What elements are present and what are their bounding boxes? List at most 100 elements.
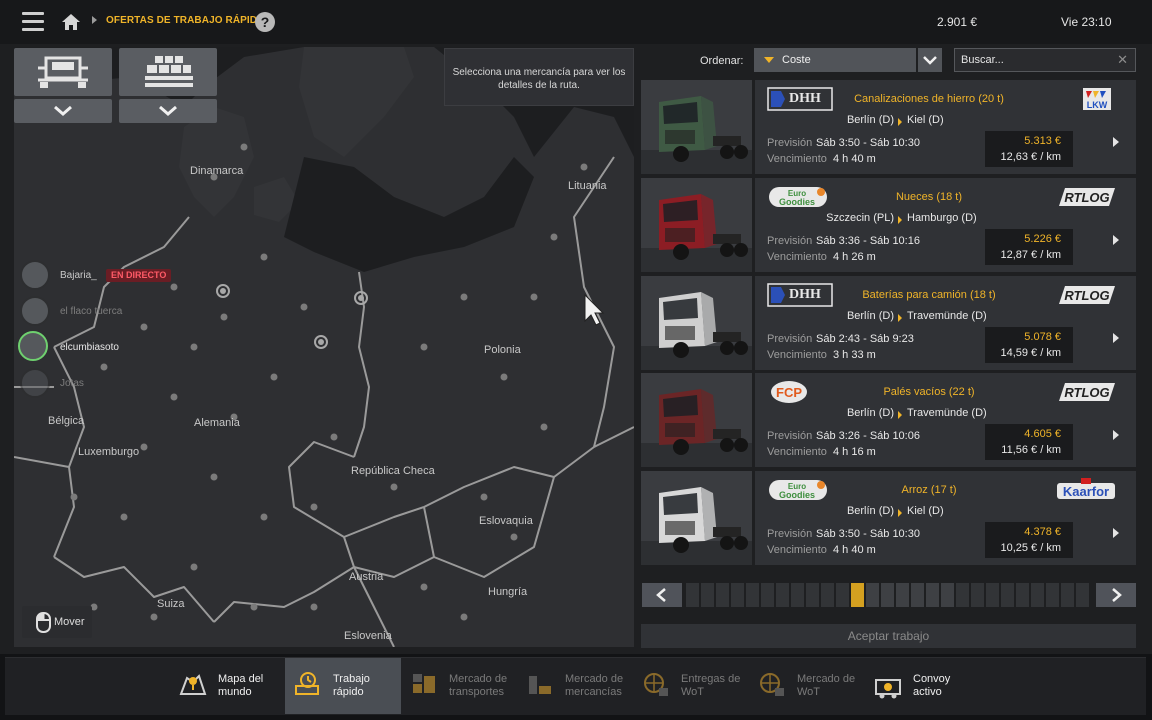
freight-market-icon [409,670,439,700]
route-arrow-icon [898,118,902,126]
menu-icon[interactable] [22,12,44,32]
page-segment[interactable] [851,583,864,607]
page-segment[interactable] [956,583,969,607]
page-segment[interactable] [1016,583,1029,607]
route-origin: Berlín (D) [846,310,894,322]
job-row[interactable]: DHH Canalizaciones de hierro (20 t) LKW Ber… [641,80,1136,174]
chevron-down-icon [54,105,72,116]
live-badge: EN DIRECTO [106,269,172,282]
page-segment[interactable] [1076,583,1089,607]
home-icon[interactable] [60,11,82,33]
page-segment[interactable] [1061,583,1074,607]
sort-indicator-icon [764,57,774,63]
price-per-km: 12,63 € / km [1000,151,1061,163]
page-segment[interactable] [791,583,804,607]
help-button[interactable]: ? [255,12,275,32]
price-per-km: 14,59 € / km [1000,347,1061,359]
nav-item-label: Mercado de transportes [449,673,508,698]
nav-item-label: Mapa del mundo [218,673,264,698]
page-segment[interactable] [881,583,894,607]
price-box: 5.226 € 12,87 € / km [985,229,1073,265]
clear-icon[interactable]: ✕ [1117,52,1128,68]
route-origin: Berlín (D) [846,407,894,419]
job-row[interactable]: DHH Baterías para camión (18 t) RTLOG Berlí… [641,276,1136,370]
forecast-value: Sáb 3:50 - Sáb 10:30 [816,528,920,540]
map-label-eslovaquia: Eslovaquia [479,515,533,527]
forecast-label: Previsión [767,235,813,247]
job-price: 5.313 € [1024,135,1061,147]
job-row[interactable]: FCP Palés vacíos (22 t) RTLOG Berlín (D) Tra… [641,373,1136,467]
truck-icon [38,56,88,88]
sort-dropdown-button[interactable] [918,48,942,72]
destination-company-logo: RTLOG [1051,184,1117,210]
svg-text:DHH: DHH [789,91,821,106]
svg-text:Goodies: Goodies [779,197,815,207]
wot-deliveries-icon [641,670,671,700]
company-logo: DHH [767,283,833,307]
deadline-label: Vencimiento [767,251,827,263]
page-segment[interactable] [716,583,729,607]
page-segment[interactable] [911,583,924,607]
sort-select[interactable]: Coste [754,48,916,72]
wot-market-icon [757,670,787,700]
page-segment[interactable] [1046,583,1059,607]
page-segment[interactable] [731,583,744,607]
job-details: DHH Baterías para camión (18 t) RTLOG Berlí… [755,276,1136,370]
chevron-right-icon[interactable] [1113,528,1119,538]
page-segment[interactable] [926,583,939,607]
truck-thumbnail [641,471,752,565]
accept-job-button[interactable]: Aceptar trabajo [641,624,1136,648]
svg-text:RTLOG: RTLOG [1064,385,1109,400]
forecast-value: Sáb 2:43 - Sáb 9:23 [816,333,914,345]
forecast-value: Sáb 3:36 - Sáb 10:16 [816,235,920,247]
search-box[interactable]: ✕ [954,48,1136,72]
route-destination: Kiel (D) [907,114,944,126]
page-segment[interactable] [746,583,759,607]
cargo-filter-dropdown[interactable] [119,99,217,123]
nav-item[interactable]: Trabajo rápido [285,658,401,714]
forecast-value: Sáb 3:26 - Sáb 10:06 [816,430,920,442]
nav-item[interactable]: Mapa del mundo [170,658,286,714]
chevron-right-icon[interactable] [1113,137,1119,147]
chevron-right-icon [1112,588,1122,602]
nav-item[interactable]: Convoy activo [865,658,981,714]
page-segment[interactable] [806,583,819,607]
job-row[interactable]: Euro Goodies Arroz (17 t) Kaarfor Berlín (D)… [641,471,1136,565]
page-segment[interactable] [686,583,699,607]
job-details: Euro Goodies Nueces (18 t) RTLOG Szczecin (P… [755,178,1136,272]
page-segment[interactable] [701,583,714,607]
page-segment[interactable] [986,583,999,607]
prev-page-button[interactable] [642,583,682,607]
cargo-name: Canalizaciones de hierro (20 t) [854,93,1004,105]
cargo-filter-button[interactable] [119,48,217,96]
page-segment[interactable] [1031,583,1044,607]
route-tooltip: Selecciona una mercancía para ver los de… [444,48,634,106]
move-hint-label: Mover [54,616,85,628]
truck-thumbnail [641,80,752,174]
map-label-republica-checa: República Checa [351,465,435,477]
chevron-right-icon[interactable] [1113,333,1119,343]
cargo-name: Nueces (18 t) [895,191,963,203]
job-row[interactable]: Euro Goodies Nueces (18 t) RTLOG Szczecin (P… [641,178,1136,272]
page-segment[interactable] [896,583,909,607]
nav-item-label: Entregas de WoT [681,673,741,698]
chevron-right-icon[interactable] [1113,235,1119,245]
next-page-button[interactable] [1096,583,1136,607]
page-segment[interactable] [971,583,984,607]
page-segment[interactable] [1001,583,1014,607]
map-label-eslovenia: Eslovenia [344,630,392,642]
page-segment[interactable] [941,583,954,607]
search-input[interactable] [961,53,1111,67]
page-segment[interactable] [776,583,789,607]
page-segment[interactable] [866,583,879,607]
truck-filter-button[interactable] [14,48,112,96]
page-segment[interactable] [836,583,849,607]
forecast-label: Previsión [767,137,813,149]
chevron-right-icon[interactable] [1113,430,1119,440]
sort-label: Ordenar: [700,55,744,67]
page-segment[interactable] [821,583,834,607]
price-box: 5.078 € 14,59 € / km [985,327,1073,363]
map-label-belgica: Bélgica [48,415,85,427]
page-segment[interactable] [761,583,774,607]
truck-filter-dropdown[interactable] [14,99,112,123]
